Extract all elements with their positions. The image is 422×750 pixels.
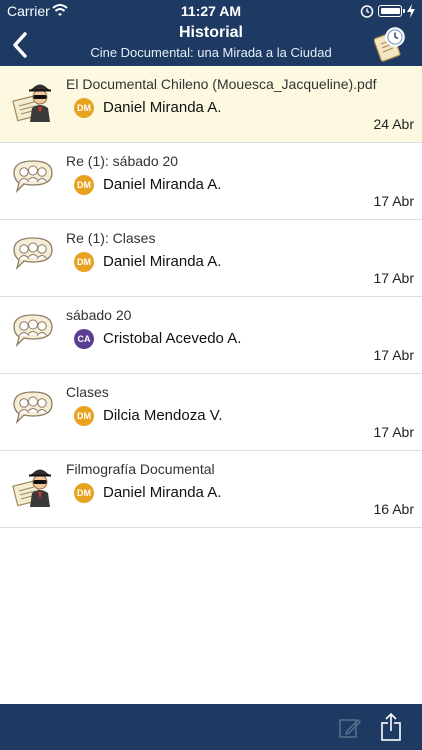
group-chat-icon (10, 309, 56, 355)
navigation-bar: Carrier 11:27 AM Historial Cine Document… (0, 0, 422, 66)
sender-name: Daniel Miranda A. (103, 176, 222, 193)
avatar: DM (74, 98, 94, 118)
item-title: Filmografía Documental (66, 461, 215, 477)
sender-name: Daniel Miranda A. (103, 484, 222, 501)
item-date: 16 Abr (373, 501, 414, 517)
item-date: 17 Abr (373, 193, 414, 209)
item-date: 24 Abr (373, 116, 414, 132)
spy-document-icon (10, 463, 56, 509)
avatar: DM (74, 252, 94, 272)
group-chat-icon (10, 155, 56, 201)
list-item[interactable]: Re (1): sábado 20 DM Daniel Miranda A. 17 A… (0, 143, 422, 220)
group-chat-icon (10, 232, 56, 278)
toolbar (0, 704, 422, 750)
history-clock-icon[interactable] (374, 26, 406, 62)
charging-bolt-icon (407, 4, 415, 18)
share-icon[interactable] (379, 712, 403, 742)
compose-icon[interactable] (338, 716, 362, 740)
sender-name: Daniel Miranda A. (103, 253, 222, 270)
page-title: Historial (178, 24, 243, 41)
item-title: Re (1): Clases (66, 230, 156, 246)
avatar: DM (74, 483, 94, 503)
alarm-icon (360, 5, 374, 18)
avatar: DM (74, 175, 94, 195)
item-title: sábado 20 (66, 307, 132, 323)
history-list: El Documental Chileno (Mouesca_Jacquelin… (0, 66, 422, 528)
status-bar: Carrier 11:27 AM (0, 0, 422, 22)
item-date: 17 Abr (373, 424, 414, 440)
list-item[interactable]: Clases DM Dilcia Mendoza V. 17 Abr (0, 374, 422, 451)
sender-name: Cristobal Acevedo A. (103, 330, 242, 347)
avatar: DM (74, 406, 94, 426)
avatar: CA (74, 329, 94, 349)
sender-name: Dilcia Mendoza V. (103, 407, 223, 424)
spy-document-icon (10, 78, 56, 124)
list-item[interactable]: Filmografía Documental DM Daniel Miranda A… (0, 451, 422, 528)
item-title: Clases (66, 384, 109, 400)
item-date: 17 Abr (373, 347, 414, 363)
sender-name: Daniel Miranda A. (103, 99, 222, 116)
page-subtitle: Cine Documental: una Mirada a la Ciudad (90, 45, 332, 60)
list-item[interactable]: Re (1): Clases DM Daniel Miranda A. 17 Abr (0, 220, 422, 297)
item-date: 17 Abr (373, 270, 414, 286)
list-item[interactable]: El Documental Chileno (Mouesca_Jacquelin… (0, 66, 422, 143)
item-title: Re (1): sábado 20 (66, 153, 179, 169)
item-title: El Documental Chileno (Mouesca_Jacquelin… (66, 76, 377, 92)
list-item[interactable]: sábado 20 CA Cristobal Acevedo A. 17 Abr (0, 297, 422, 374)
battery-icon (378, 5, 405, 17)
group-chat-icon (10, 386, 56, 432)
status-time: 11:27 AM (180, 3, 242, 19)
